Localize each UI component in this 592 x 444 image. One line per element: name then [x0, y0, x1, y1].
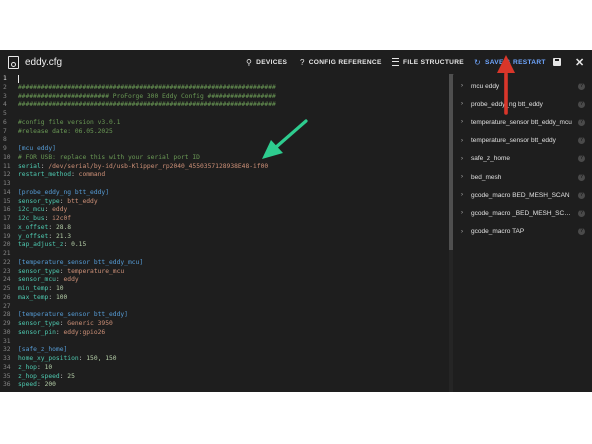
- red-arrow-annotation: [497, 55, 515, 115]
- green-arrow-annotation: [262, 119, 308, 159]
- annotation-overlay: [262, 55, 515, 159]
